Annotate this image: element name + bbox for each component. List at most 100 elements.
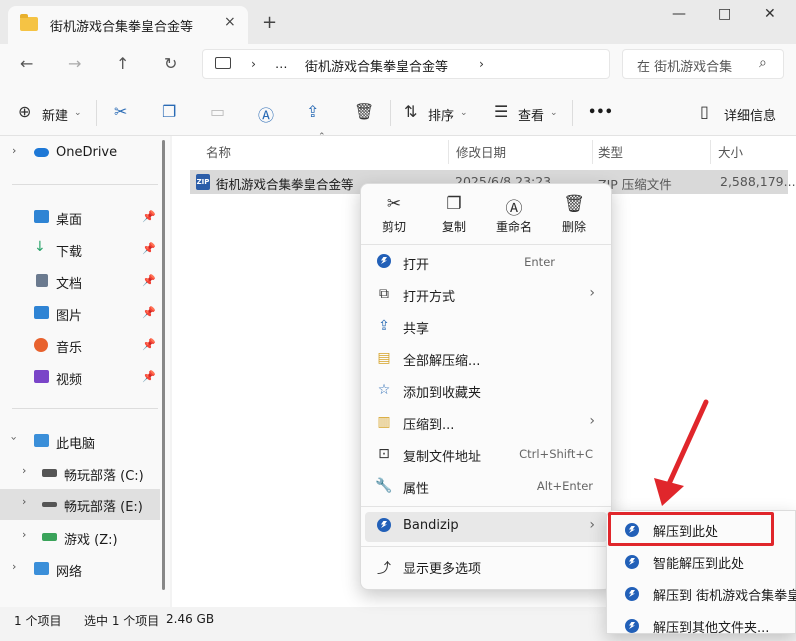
- sidebar-item-drive-c[interactable]: › 畅玩部落 (C:): [0, 458, 160, 488]
- more-options-button[interactable]: •••: [588, 105, 613, 120]
- network-icon: [34, 562, 49, 575]
- minimize-button[interactable]: —: [672, 6, 686, 22]
- show-more-icon: ⤴: [377, 561, 391, 577]
- menu-item-open[interactable]: 打开 Enter: [365, 248, 607, 278]
- bandizip-icon: [625, 587, 639, 601]
- close-window-button[interactable]: ✕: [764, 6, 776, 22]
- forward-button[interactable]: →: [68, 54, 81, 73]
- sidebar-item-label: 文档: [56, 277, 83, 292]
- sort-button[interactable]: 排序: [428, 105, 454, 124]
- delete-icon: 🗑: [563, 194, 585, 214]
- menu-item-properties[interactable]: 🔧 属性 Alt+Enter: [365, 472, 607, 502]
- menu-item-add-favorite[interactable]: ☆ 添加到收藏夹: [365, 376, 607, 406]
- back-button[interactable]: ←: [20, 54, 33, 73]
- view-icon: ☰: [494, 102, 509, 121]
- pin-icon: 📌: [142, 306, 156, 319]
- submenu-item-smart-extract[interactable]: 智能解压到此处: [611, 547, 791, 577]
- chevron-down-icon: ⌄: [550, 108, 558, 118]
- bandizip-icon: [375, 518, 393, 536]
- sidebar-scrollbar[interactable]: [162, 140, 165, 590]
- cut-icon[interactable]: ✂: [114, 102, 127, 121]
- column-header-size[interactable]: 大小: [718, 142, 743, 161]
- sort-ascending-icon: ⌃: [318, 132, 326, 142]
- chevron-right-icon[interactable]: ›: [22, 464, 26, 477]
- rename-menu-button[interactable]: Ⓐ 重命名: [487, 194, 541, 235]
- menu-item-open-with[interactable]: ⧉ 打开方式 ›: [365, 280, 607, 310]
- column-header-type[interactable]: 类型: [598, 142, 623, 161]
- selection-count: 选中 1 个项目: [84, 614, 160, 628]
- column-divider[interactable]: [592, 140, 593, 164]
- menu-item-label: 解压到 街机游戏合集拳皇合: [653, 589, 796, 604]
- column-header-name[interactable]: 名称: [206, 142, 231, 161]
- chevron-right-icon[interactable]: ›: [12, 144, 16, 157]
- sidebar-item-drive-z[interactable]: › 游戏 (Z:): [0, 522, 160, 552]
- rename-icon: Ⓐ: [505, 199, 523, 219]
- sidebar-item-label: 视频: [56, 373, 83, 388]
- sidebar-item-music[interactable]: 音乐 📌: [0, 330, 160, 360]
- menu-item-compress[interactable]: ▥ 压缩到... ›: [365, 408, 607, 438]
- computer-icon: [34, 434, 49, 447]
- sidebar-item-network[interactable]: › 网络: [0, 554, 160, 584]
- column-divider[interactable]: [710, 140, 711, 164]
- chevron-right-icon[interactable]: ›: [12, 560, 16, 573]
- refresh-button[interactable]: ↻: [164, 54, 177, 73]
- tab-close-button[interactable]: ×: [224, 14, 236, 30]
- breadcrumb-folder[interactable]: 街机游戏合集拳皇合金等: [305, 56, 448, 75]
- column-header-date[interactable]: 修改日期: [456, 142, 506, 161]
- chevron-right-icon: ›: [589, 413, 595, 429]
- menu-item-label: 显示更多选项: [403, 562, 482, 577]
- menu-item-copy-path[interactable]: ⊡ 复制文件地址 Ctrl+Shift+C: [365, 440, 607, 470]
- cut-menu-button[interactable]: ✂ 剪切: [367, 194, 421, 235]
- sidebar-item-this-pc[interactable]: › 此电脑: [0, 426, 160, 456]
- search-input[interactable]: 在 街机游戏合集 ⌕: [622, 49, 784, 79]
- sidebar-item-onedrive[interactable]: › OneDrive: [0, 138, 160, 168]
- selection-size: 2.46 GB: [166, 612, 215, 626]
- maximize-button[interactable]: □: [718, 6, 731, 22]
- divider: [390, 100, 391, 126]
- menu-item-share[interactable]: ⇪ 共享: [365, 312, 607, 342]
- chevron-right-icon: ›: [589, 285, 595, 301]
- video-icon: [34, 370, 49, 383]
- breadcrumb-overflow[interactable]: …: [275, 56, 288, 71]
- column-divider[interactable]: [448, 140, 449, 164]
- details-button[interactable]: 详细信息: [724, 105, 776, 124]
- document-icon: [36, 274, 48, 287]
- breadcrumb-separator: ›: [479, 56, 484, 71]
- red-arrow-annotation: [654, 399, 709, 506]
- submenu-item-extract-to[interactable]: 解压到 街机游戏合集拳皇合: [611, 579, 796, 609]
- delete-icon[interactable]: 🗑: [354, 102, 374, 121]
- share-icon[interactable]: ⇪: [306, 102, 319, 121]
- sidebar-item-documents[interactable]: 文档 📌: [0, 266, 160, 296]
- copy-menu-button[interactable]: ❐ 复制: [427, 194, 481, 235]
- chevron-down-icon[interactable]: ›: [8, 436, 21, 440]
- paste-icon[interactable]: ▭: [210, 102, 225, 121]
- sidebar-item-label: 畅玩部落 (E:): [64, 500, 143, 515]
- new-tab-button[interactable]: +: [262, 12, 277, 33]
- sidebar-item-videos[interactable]: 视频 📌: [0, 362, 160, 392]
- menu-item-extract-all[interactable]: ▤ 全部解压缩...: [365, 344, 607, 374]
- menu-item-show-more[interactable]: ⤴ 显示更多选项: [365, 552, 607, 582]
- sidebar-item-downloads[interactable]: ↓ 下载 📌: [0, 234, 160, 264]
- copy-icon[interactable]: ❐: [162, 102, 176, 121]
- delete-menu-button[interactable]: 🗑 删除: [547, 194, 601, 235]
- address-bar[interactable]: › … 街机游戏合集拳皇合金等 ›: [202, 49, 610, 79]
- sidebar-item-label: 桌面: [56, 213, 83, 228]
- zip-file-icon: ZIP: [196, 174, 210, 190]
- chevron-down-icon: ⌄: [74, 108, 82, 118]
- submenu-item-extract-other[interactable]: 解压到其他文件夹...: [611, 611, 791, 641]
- sidebar-item-desktop[interactable]: 桌面 📌: [0, 202, 160, 232]
- sidebar-item-pictures[interactable]: 图片 📌: [0, 298, 160, 328]
- bandizip-icon: [625, 555, 639, 569]
- rename-icon[interactable]: Ⓐ: [258, 102, 274, 126]
- chevron-right-icon[interactable]: ›: [22, 495, 26, 508]
- sidebar-item-label: 下载: [56, 245, 83, 260]
- chevron-right-icon[interactable]: ›: [22, 528, 26, 541]
- tab-current-folder[interactable]: 街机游戏合集拳皇合金等 ×: [8, 6, 248, 44]
- new-button[interactable]: 新建: [42, 105, 68, 124]
- sidebar-item-drive-e[interactable]: › 畅玩部落 (E:): [0, 489, 160, 520]
- up-button[interactable]: ↑: [116, 54, 129, 73]
- drive-icon: [42, 533, 57, 541]
- search-icon: ⌕: [759, 55, 767, 71]
- view-button[interactable]: 查看: [518, 105, 544, 124]
- menu-item-bandizip[interactable]: Bandizip ›: [365, 512, 607, 542]
